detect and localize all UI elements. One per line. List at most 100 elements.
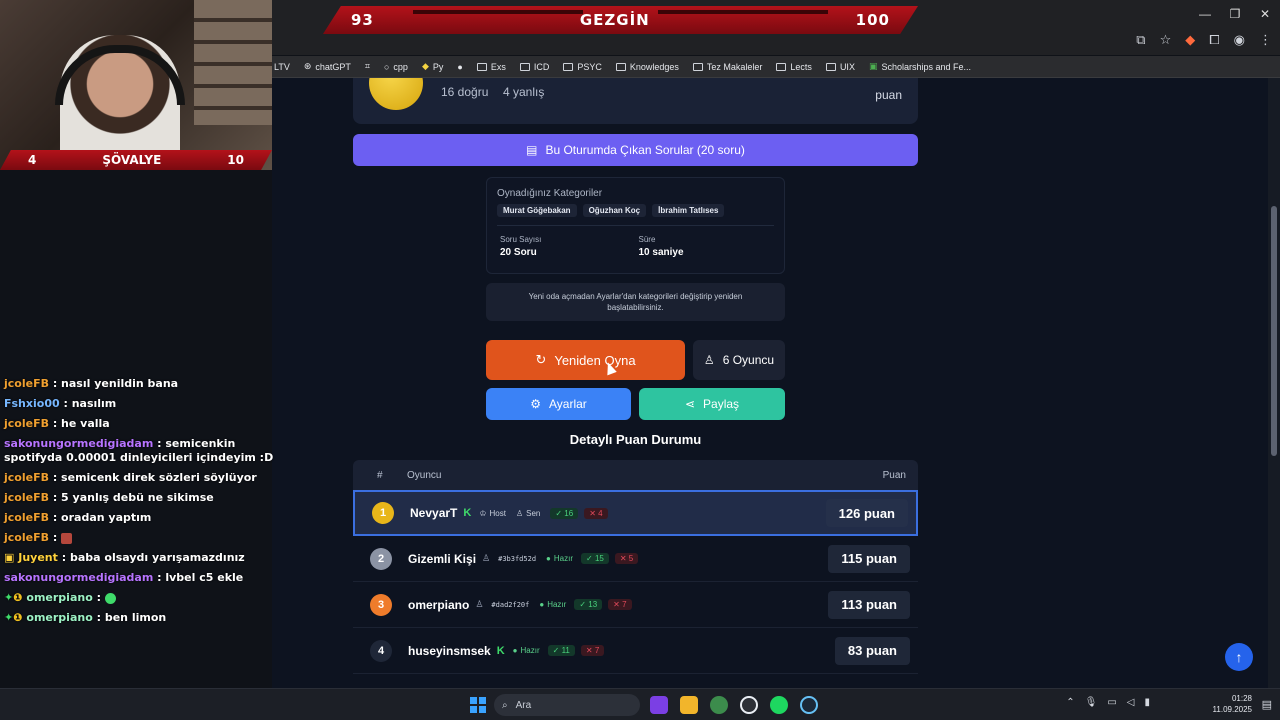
chat-message: ✦❶ omerpiano : ben limon [0,608,300,628]
player-id: #3b3fd52d [498,554,537,563]
taskbar-search[interactable]: ⌕ Ara [494,694,640,716]
question-count-value: 20 Soru [500,247,537,258]
spotify-icon[interactable] [770,696,788,714]
chat-message: ▣ Juyent : baba olsaydı yarışamazdınız [0,548,300,568]
chat-user: jcoleFB [4,377,49,390]
chat-user: Juyent [18,551,58,564]
display-icon[interactable]: ▭ [1107,697,1116,708]
page-scrollbar[interactable] [1268,78,1280,688]
menu-icon[interactable]: ⋮ [1259,32,1272,48]
bookmark-folder[interactable]: Exs [476,62,506,72]
rank-badge: 3 [370,593,392,616]
folder-icon [692,62,703,71]
player-points: 115 puan [828,544,910,573]
chat-user: Fshxio00 [4,397,60,410]
bookmark-item[interactable]: ● [457,62,462,72]
app-icon[interactable] [650,696,668,714]
chat-user: sakonungormedigiadam [4,437,154,450]
extension-icon[interactable]: ◆ [1185,32,1195,48]
player-points: 83 puan [834,636,910,665]
bookmark-folder[interactable]: UIX [825,62,855,72]
close-icon[interactable]: ✕ [1250,0,1280,28]
clock[interactable]: 01:28 11.09.2025 [1213,693,1252,715]
correct-badge: ✓ 16 [550,507,579,519]
volume-icon[interactable]: ◁ [1127,697,1135,708]
col-player: Oyuncu [407,469,442,481]
folder-icon [615,62,626,71]
scholarship-icon: ▣ [868,61,878,71]
window-controls: — ❐ ✕ [1190,0,1280,28]
windows-taskbar: ⌕ Ara ⌃ 🎙 ▭ ◁ ▮ 01:28 11.09.2025 ▤ [0,688,1280,720]
bookmark-item[interactable]: ◆ Py [422,61,443,72]
mic-icon[interactable]: 🎙 [1085,697,1098,708]
bookmark-item[interactable]: LTV [274,62,290,72]
category-tag: İbrahim Tatlıses [652,204,725,217]
table-row: 3 omerpiano ♙ #dad2f20f ● Hazır ✓ 13 ✕ 7 … [353,582,918,628]
chat-user: jcoleFB [4,417,49,430]
correct-badge: ✓ 15 [581,553,609,564]
scoreboard-table: # Oyuncu Puan 1 NevyarT K ♔ Host ♙ Sen ✓ 1… [353,460,918,674]
bookmark-folder[interactable]: PSYC [563,62,602,72]
folder-app-icon[interactable] [680,696,698,714]
bookmark-folder[interactable]: Tez Makaleler [692,62,762,72]
maximize-icon[interactable]: ❐ [1220,0,1250,28]
bookmark-folder[interactable]: ICD [519,62,549,72]
session-questions-button[interactable]: ▤ Bu Oturumda Çıkan Sorular (20 soru) [353,134,918,166]
share-button[interactable]: ⋖ Paylaş [639,388,785,420]
user-icon: ♙ [515,508,524,518]
host-badge: ♔ Host [479,508,506,518]
chevron-up-icon[interactable]: ⌃ [1066,697,1074,708]
correct-badge: ✓ 11 [547,645,575,656]
chat-text: : baba olsaydı yarışamazdınız [61,551,245,564]
medal-icon [369,78,423,110]
bookmark-item[interactable]: ○ cpp [384,62,408,72]
bookmark-item[interactable]: ⌗ [365,61,370,72]
players-button[interactable]: ♙ 6 Oyuncu [693,340,785,380]
bookmarks-bar: LTV ⊛ chatGPT ⌗ ○ cpp ◆ Py ● Exs ICD PSYC K… [272,56,1280,78]
chat-text: : [52,531,58,544]
taskbar-apps [650,696,818,714]
github-icon[interactable] [740,696,758,714]
badge-icon: ❶ [13,591,23,604]
chat-text: : ben limon [96,611,167,624]
rank-badge: 4 [370,639,392,662]
profile-icon[interactable]: ◉ [1234,32,1245,48]
settings-button[interactable]: ⚙ Ayarlar [486,388,631,420]
divider [497,225,774,226]
scrollbar-thumb[interactable] [1271,206,1277,456]
table-header: # Oyuncu Puan [353,460,918,490]
replay-button[interactable]: ↻ Yeniden Oyna [486,340,685,380]
start-button[interactable] [470,697,486,713]
chat-user: jcoleFB [4,511,49,524]
stream-chat: jcoleFB : nasıl yenildin bana Fshxio00 :… [0,374,300,628]
notification-icon[interactable]: ▤ [1262,698,1272,711]
check-circle-icon: ● [512,646,518,655]
minimize-icon[interactable]: — [1190,0,1220,28]
chat-text: : oradan yaptım [52,511,152,524]
bookmark-item[interactable]: ▣ Scholarships and Fe... [869,61,971,72]
bookmark-star-icon[interactable]: ☆ [1160,32,1172,48]
cam-banner: 4 ŞÖVALYE 10 [0,150,272,170]
folder-icon [776,62,787,71]
chrome-icon[interactable] [710,696,728,714]
battery-icon[interactable]: ▮ [1144,697,1150,708]
player-id: #dad2f20f [491,600,530,609]
steam-icon[interactable] [800,696,818,714]
clock-date: 11.09.2025 [1212,705,1252,714]
chat-message: Fshxio00 : nasılım [0,394,300,414]
bookmark-folder[interactable]: Lects [776,62,812,72]
cast-icon[interactable]: ⧉ [1136,32,1145,48]
wrong-badge: ✕ 4 [584,507,608,519]
puzzle-icon[interactable]: ⧠ [1209,32,1219,48]
player-name: huseyinsmsek [408,643,491,658]
scroll-to-top-button[interactable]: ↑ [1225,643,1253,671]
player-name: omerpiano [408,597,470,612]
banner-left-value: 93 [351,11,374,29]
bookmark-folder[interactable]: Knowledges [615,62,679,72]
python-icon: ◆ [421,61,429,71]
stream-top-banner: 93 GEZGİN 100 [323,6,918,34]
chat-text: : 5 yanlış debü ne sikimse [52,491,214,504]
badge-icon: ❶ [13,611,23,624]
bookmark-item[interactable]: ⊛ chatGPT [304,61,351,72]
bookshelf-image [194,0,272,125]
